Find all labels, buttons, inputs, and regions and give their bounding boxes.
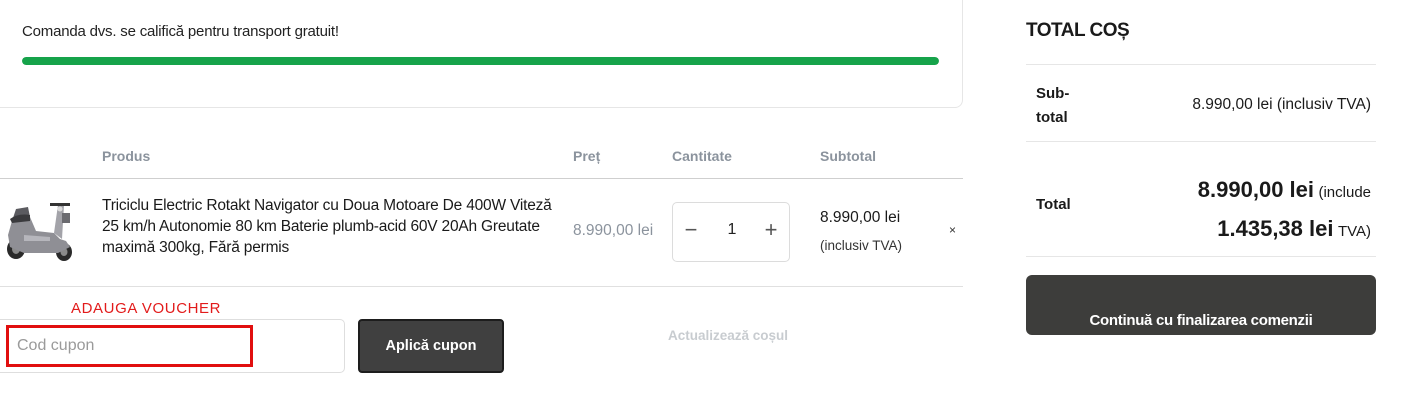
product-name-link[interactable]: Triciclu Electric Rotakt Navigator cu Do… (102, 195, 557, 258)
column-header-quantity: Cantitate (672, 148, 732, 164)
row-divider (0, 286, 963, 287)
proceed-to-checkout-button[interactable]: Continuă cu finalizarea comenzii (1026, 275, 1376, 335)
quantity-increase-button[interactable]: + (759, 217, 783, 243)
cart-totals-title: TOTAL COȘ (1026, 20, 1130, 41)
quantity-stepper: − 1 + (672, 202, 790, 262)
column-header-price: Preț (573, 148, 601, 164)
column-header-product: Produs (102, 148, 151, 164)
free-shipping-panel: Comanda dvs. se califică pentru transpor… (0, 0, 963, 108)
electric-tricycle-image[interactable] (2, 195, 76, 267)
column-header-subtotal: Subtotal (820, 148, 876, 164)
cart-item-row: Triciclu Electric Rotakt Navigator cu Do… (0, 179, 963, 287)
totals-divider (1026, 141, 1376, 142)
tax-suffix: TVA) (1337, 223, 1371, 240)
item-subtotal: 8.990,00 lei (820, 209, 901, 226)
free-shipping-message: Comanda dvs. se califică pentru transpor… (22, 23, 339, 40)
free-shipping-progress-bar (22, 57, 939, 65)
coupon-code-input[interactable] (6, 325, 253, 367)
subtotal-value: 8.990,00 lei (inclusiv TVA) (1192, 96, 1371, 113)
remove-item-icon[interactable]: × (949, 223, 956, 237)
item-subtotal-tax-note: (inclusiv TVA) (820, 238, 903, 253)
apply-coupon-button[interactable]: Aplică cupon (358, 319, 504, 373)
totals-divider (1026, 64, 1376, 65)
total-amount: 8.990,00 lei (include 1.435,38 lei TVA) (1198, 172, 1371, 250)
total-value: 8.990,00 lei (1197, 177, 1315, 202)
voucher-annotation-label: ADAUGA VOUCHER (71, 300, 222, 317)
product-price: 8.990,00 lei (573, 222, 654, 239)
quantity-input[interactable]: 1 (717, 221, 747, 239)
quantity-decrease-button[interactable]: − (679, 217, 703, 243)
update-cart-button[interactable]: Actualizează coșul (668, 328, 788, 343)
total-label: Total (1036, 196, 1071, 213)
free-shipping-progress-fill (22, 57, 939, 65)
subtotal-label: Sub-total (1036, 85, 1070, 126)
totals-divider (1026, 256, 1376, 257)
tax-value: 1.435,38 lei (1217, 216, 1334, 241)
total-include-note: (include (1318, 184, 1371, 201)
